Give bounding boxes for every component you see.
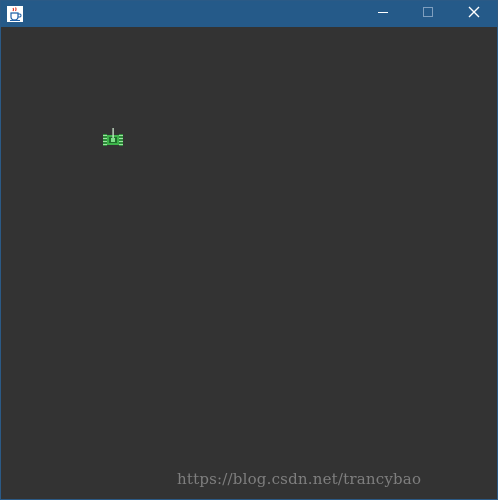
- maximize-button[interactable]: [405, 1, 451, 27]
- game-canvas[interactable]: https://blog.csdn.net/trancybao: [1, 27, 497, 499]
- title-bar[interactable]: [1, 1, 497, 27]
- watermark-text: https://blog.csdn.net/trancybao: [177, 470, 422, 488]
- green-tank-icon: [102, 128, 124, 153]
- game-window: https://blog.csdn.net/trancybao: [0, 0, 498, 500]
- close-button[interactable]: [451, 1, 497, 27]
- close-icon: [468, 5, 480, 23]
- maximize-icon: [422, 5, 434, 23]
- minimize-button[interactable]: [360, 1, 406, 27]
- player-tank: [102, 127, 124, 149]
- java-coffee-cup-icon[interactable]: [7, 6, 23, 22]
- minimize-icon: [377, 5, 389, 23]
